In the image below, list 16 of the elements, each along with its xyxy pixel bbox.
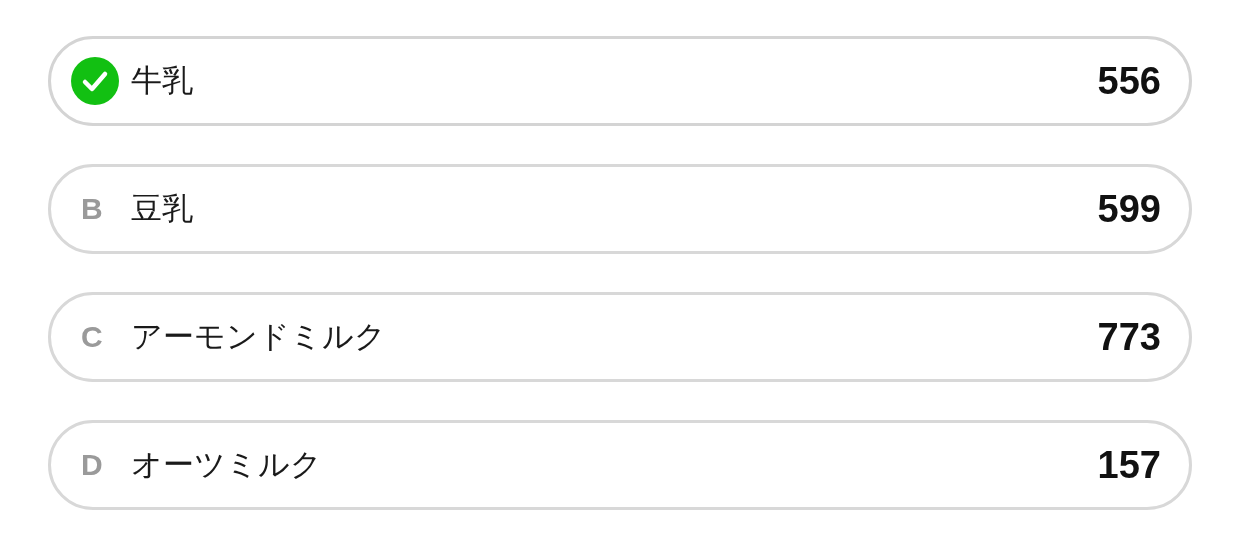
option-label: 牛乳 xyxy=(131,61,194,100)
option-label: アーモンドミルク xyxy=(131,317,387,356)
option-label: 豆乳 xyxy=(131,189,194,228)
option-letter: B xyxy=(80,192,103,226)
option-letter: C xyxy=(80,320,103,354)
vote-count: 556 xyxy=(1097,59,1161,103)
poll-option[interactable]: 牛乳 556 xyxy=(48,36,1192,126)
poll-option[interactable]: B 豆乳 599 xyxy=(48,164,1192,254)
poll-option[interactable]: D オーツミルク 157 xyxy=(48,420,1192,510)
poll-option[interactable]: C アーモンドミルク 773 xyxy=(48,292,1192,382)
option-label: オーツミルク xyxy=(131,445,323,484)
vote-count: 773 xyxy=(1097,315,1161,359)
option-letter: D xyxy=(80,448,103,482)
check-icon xyxy=(71,57,119,105)
vote-count: 157 xyxy=(1097,443,1161,487)
vote-count: 599 xyxy=(1097,187,1161,231)
